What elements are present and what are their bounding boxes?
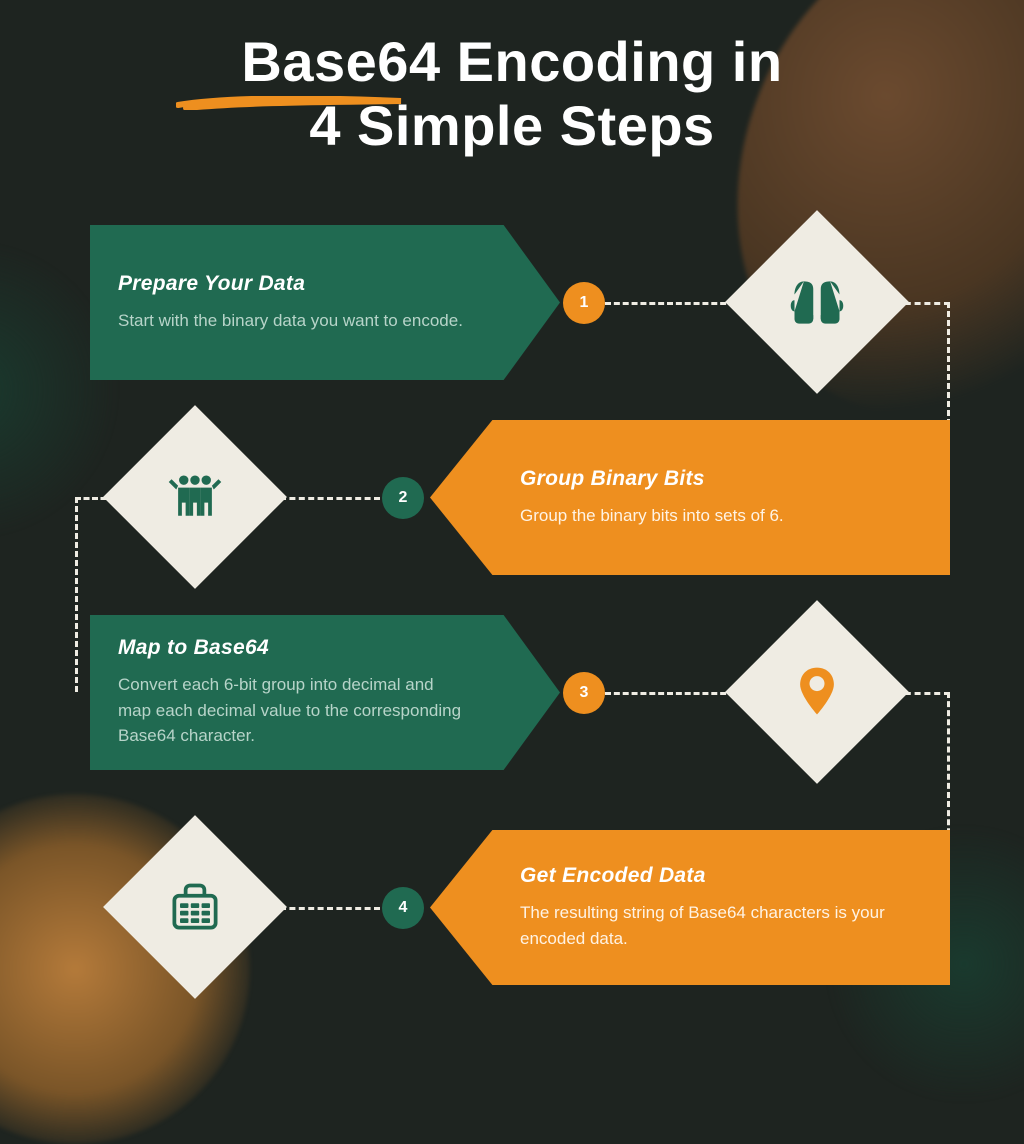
step-card-2: Group Binary Bits Group the binary bits … xyxy=(430,420,950,575)
step-card-3: Map to Base64 Convert each 6-bit group i… xyxy=(90,615,560,770)
connector-line xyxy=(280,907,380,910)
step-card-4: Get Encoded Data The resulting string of… xyxy=(430,830,950,985)
step-number: 4 xyxy=(399,899,408,917)
step-number-badge: 2 xyxy=(382,477,424,519)
step-number: 1 xyxy=(580,294,589,312)
title-line-2: 4 Simple Steps xyxy=(0,94,1024,158)
step-diamond xyxy=(725,210,909,394)
page-title: Base64 Encoding in 4 Simple Steps xyxy=(0,30,1024,159)
underline-swash xyxy=(176,96,406,110)
step-number: 2 xyxy=(399,489,408,507)
step-body: The resulting string of Base64 character… xyxy=(520,900,922,951)
connector-line xyxy=(605,302,735,305)
step-number-badge: 3 xyxy=(563,672,605,714)
step-diamond xyxy=(103,815,287,999)
briefcase-grid-icon xyxy=(165,877,225,937)
step-title: Get Encoded Data xyxy=(520,864,922,888)
step-card-1: Prepare Your Data Start with the binary … xyxy=(90,225,560,380)
step-title: Group Binary Bits xyxy=(520,467,922,491)
connector-line xyxy=(605,692,735,695)
step-row-1: Prepare Your Data Start with the binary … xyxy=(0,225,1024,380)
step-body: Start with the binary data you want to e… xyxy=(118,308,470,334)
step-number-badge: 1 xyxy=(563,282,605,324)
step-number-badge: 4 xyxy=(382,887,424,929)
connector-line xyxy=(280,497,380,500)
step-row-2: 2 Group Binary Bits Group the binary bit… xyxy=(0,420,1024,575)
step-title: Prepare Your Data xyxy=(118,272,470,296)
people-group-icon xyxy=(165,467,225,527)
title-line-1: Base64 Encoding in xyxy=(0,30,1024,94)
step-row-3: Map to Base64 Convert each 6-bit group i… xyxy=(0,615,1024,770)
step-diamond xyxy=(725,600,909,784)
map-pin-icon xyxy=(787,662,847,722)
step-body: Group the binary bits into sets of 6. xyxy=(520,503,922,529)
step-diamond xyxy=(103,405,287,589)
step-number: 3 xyxy=(580,684,589,702)
mittens-icon xyxy=(787,272,847,332)
step-row-4: 4 Get Encoded Data The resulting string … xyxy=(0,830,1024,985)
step-title: Map to Base64 xyxy=(118,636,470,660)
step-body: Convert each 6-bit group into decimal an… xyxy=(118,672,470,749)
